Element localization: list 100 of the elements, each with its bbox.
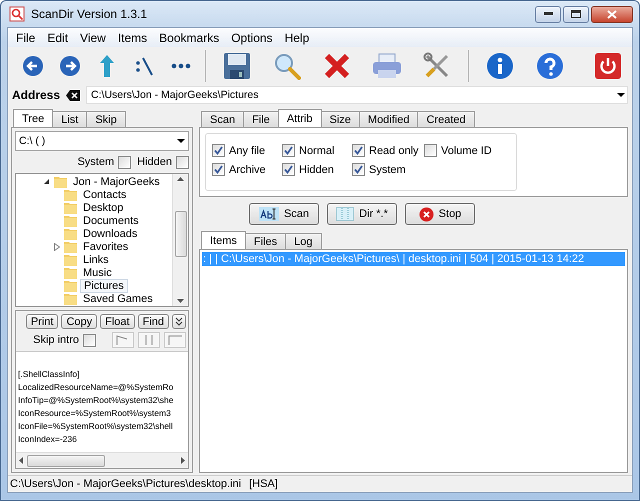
folder-icon — [64, 280, 77, 292]
status-text: [HSA] — [249, 478, 278, 490]
text-cursor-icon — [258, 207, 279, 221]
tab[interactable]: List — [52, 111, 88, 127]
help-icon[interactable] — [536, 52, 564, 80]
tab[interactable]: Size — [320, 111, 360, 127]
tools-icon[interactable] — [423, 52, 451, 80]
layout-icon[interactable] — [138, 332, 160, 348]
checkbox[interactable] — [282, 163, 295, 176]
folder-icon — [64, 292, 77, 304]
dropdown-icon[interactable] — [615, 91, 627, 99]
tab[interactable]: Attrib — [278, 109, 322, 127]
checkbox[interactable] — [212, 144, 225, 157]
maximize-icon[interactable] — [571, 10, 581, 18]
tree-item[interactable]: Desktop — [80, 202, 126, 214]
power-icon[interactable] — [594, 53, 620, 79]
tree-item[interactable]: Saved Games — [80, 292, 156, 304]
checkbox[interactable] — [352, 144, 365, 157]
tab[interactable]: Modified — [358, 111, 418, 127]
toolbar-button[interactable]: Copy — [61, 314, 98, 329]
menu-item[interactable]: View — [74, 30, 112, 44]
toolbar-button[interactable]: Find — [138, 314, 169, 329]
preview-line: InfoTip=@%SystemRoot%\system32\she — [18, 394, 174, 407]
scroll-right-icon[interactable] — [181, 457, 185, 464]
scrollbar[interactable] — [16, 452, 188, 468]
checkbox[interactable] — [212, 163, 225, 176]
tab[interactable]: Tree — [13, 109, 54, 127]
tree-item[interactable]: Jon - MajorGeeks — [70, 176, 163, 188]
tree-item[interactable]: Contacts — [80, 188, 130, 200]
menu-item[interactable]: File — [10, 30, 42, 44]
forward-icon[interactable] — [58, 55, 80, 77]
checkbox[interactable] — [424, 144, 437, 157]
delete-icon[interactable] — [324, 53, 350, 79]
tree-item[interactable]: Links — [80, 254, 112, 266]
more-icon[interactable] — [170, 62, 190, 70]
stop-button[interactable]: Stop — [405, 203, 475, 225]
checkbox-label: Volume ID — [441, 144, 492, 156]
stop-icon — [418, 206, 434, 222]
up-arrow-icon[interactable] — [98, 54, 114, 78]
checkbox-label: Normal — [299, 144, 334, 156]
preview-line: IconResource=%SystemRoot%\system3 — [18, 407, 172, 420]
tab[interactable]: Files — [244, 233, 286, 249]
tab[interactable]: Log — [285, 233, 322, 249]
tab[interactable]: Created — [417, 111, 475, 127]
tree-item[interactable]: Favorites — [80, 240, 132, 252]
status-text: C:\Users\Jon - MajorGeeks\Pictures\desktop.ini — [10, 478, 242, 490]
tree-item[interactable]: Music — [80, 266, 115, 278]
menu-item[interactable]: Edit — [41, 30, 74, 44]
close-button[interactable] — [591, 6, 633, 22]
minimize-icon[interactable] — [544, 12, 552, 16]
clear-icon[interactable] — [66, 90, 80, 100]
expand-button[interactable] — [172, 314, 186, 329]
menu-item[interactable]: Help — [278, 30, 316, 44]
layout-icon[interactable] — [112, 332, 134, 348]
collapse-arrow-icon[interactable] — [43, 178, 50, 185]
tree-item[interactable]: Downloads — [80, 228, 140, 240]
checkbox-label: Hidden — [137, 156, 172, 168]
minimize-button[interactable] — [535, 6, 561, 22]
tree-item[interactable]: Documents — [80, 214, 142, 226]
folder-icon — [64, 266, 77, 278]
checkbox-label: Skip intro — [33, 334, 79, 346]
scan-button[interactable]: Scan — [249, 203, 319, 225]
checkbox[interactable] — [352, 163, 365, 176]
checkbox-label: Any file — [229, 144, 266, 156]
scroll-up-icon[interactable] — [177, 177, 184, 181]
checkbox[interactable] — [282, 144, 295, 157]
expand-arrow-icon[interactable] — [54, 242, 60, 250]
close-icon[interactable] — [607, 10, 617, 18]
back-icon[interactable] — [22, 55, 44, 77]
menu-item[interactable]: Options — [225, 30, 279, 44]
tab[interactable]: Skip — [86, 111, 126, 127]
save-icon[interactable] — [223, 52, 251, 80]
drive-root-icon[interactable] — [134, 55, 154, 77]
preview-line: IconIndex=-236 — [18, 433, 78, 446]
tree-item[interactable]: Pictures — [80, 278, 128, 292]
menu-item[interactable]: Bookmarks — [153, 30, 226, 44]
folder-icon — [54, 176, 67, 188]
folder-icon — [64, 214, 77, 226]
scroll-left-icon[interactable] — [19, 457, 23, 464]
dir-button[interactable]: Dir *.* — [327, 203, 397, 225]
scroll-down-icon[interactable] — [177, 299, 184, 303]
tab[interactable]: Scan — [201, 111, 244, 127]
tab[interactable]: Items — [201, 231, 246, 249]
info-icon[interactable] — [486, 52, 514, 80]
tab[interactable]: File — [243, 111, 279, 127]
menu-item[interactable]: Items — [112, 30, 154, 44]
checkbox[interactable] — [83, 334, 96, 346]
scrollbar[interactable] — [172, 174, 188, 306]
double-chevron-icon[interactable] — [175, 317, 183, 326]
checkbox-label: Archive — [229, 164, 266, 176]
maximize-button[interactable] — [563, 6, 589, 22]
toolbar-button[interactable]: Print — [26, 314, 58, 329]
drive-dropdown[interactable]: C:\ ( ) — [15, 131, 189, 151]
preview-line: [.ShellClassInfo] — [18, 368, 80, 381]
checkbox[interactable] — [176, 156, 189, 168]
address-label: Address — [12, 88, 60, 102]
toolbar-button[interactable]: Float — [100, 314, 135, 329]
address-field[interactable]: C:\Users\Jon - MajorGeeks\Pictures — [86, 86, 628, 104]
checkbox[interactable] — [118, 156, 132, 168]
checkbox-label: System — [77, 156, 114, 168]
